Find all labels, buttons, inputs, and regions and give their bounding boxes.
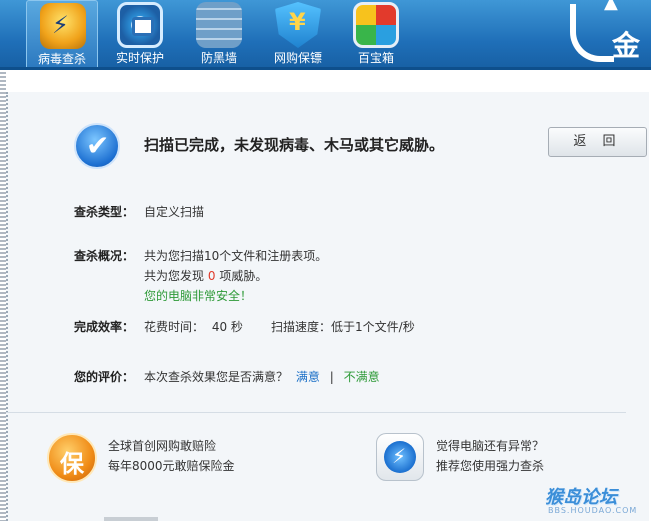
promo-insurance-line2[interactable]: 每年8000元敢赔保险金 [108,457,235,474]
time-label: 花费时间： [144,320,205,334]
power-scan-icon[interactable] [376,433,424,481]
scan-type-label: 查杀类型： [74,205,135,219]
threat-prefix: 共为您发现 [144,269,205,283]
rating-row: 本次查杀效果您是否满意？ 满意 | 不满意 [144,368,380,385]
tab-firewall[interactable]: 防黑墙 [183,0,255,70]
rating-question: 本次查杀效果您是否满意？ [144,370,289,384]
promo-powerscan-line1[interactable]: 觉得电脑还有异常？ [436,437,544,454]
threat-count: 0 [207,269,216,283]
tab-virus-scan[interactable]: 病毒查杀 [26,0,98,70]
logo-arrow-icon [570,0,618,62]
efficiency-label: 完成效率： [74,320,135,334]
tab-toolbox[interactable]: 百宝箱 [340,0,412,70]
scan-result-headline: 扫描已完成，未发现病毒、木马或其它威胁。 [144,136,445,154]
scan-summary-line2: 共为您发现 0 项威胁。 [144,267,267,284]
speed-label: 扫描速度： [271,320,332,334]
tab-shopping-guard-label: 网购保镖 [273,51,322,65]
scan-summary-line1: 共为您扫描10个文件和注册表项。 [144,249,328,263]
promo-insurance-line1[interactable]: 全球首创网购敢赔险 [108,437,216,454]
scan-speed: 扫描速度：低于1个文件/秒 [271,318,415,335]
time-spent: 花费时间： 40 秒 [144,318,243,335]
tab-toolbox-label: 百宝箱 [357,51,394,65]
tab-realtime-protect-label: 实时保护 [115,51,164,65]
promo-powerscan-line2[interactable]: 推荐您使用强力查杀 [436,457,544,474]
bottom-strip [104,517,158,521]
rating-label: 您的评价： [74,370,135,384]
shopping-guard-icon [275,2,321,48]
scan-summary-label: 查杀概况： [74,249,135,263]
firewall-icon [196,2,242,48]
forum-watermark-url: BBS.HOUDAO.COM [548,506,638,515]
scan-type-value: 自定义扫描 [144,205,205,219]
rating-satisfied-link[interactable]: 满意 [296,370,320,384]
back-button[interactable]: 返 回 [548,127,647,157]
toolbox-icon [353,2,399,48]
rating-separator: | [329,370,334,384]
tab-firewall-label: 防黑墙 [200,51,237,65]
speed-value: 低于1个文件/秒 [331,320,415,334]
tab-realtime-protect[interactable]: 实时保护 [104,0,176,70]
threat-suffix: 项威胁。 [219,269,268,283]
section-divider [6,412,626,413]
realtime-protect-icon [117,2,163,48]
time-value: 40 秒 [211,320,243,334]
tab-virus-scan-label: 病毒查杀 [37,52,86,66]
success-check-icon [74,123,120,169]
virus-scan-icon [40,3,86,49]
safe-status: 您的电脑非常安全！ [144,289,253,303]
insurance-badge-icon[interactable] [47,433,97,483]
tab-shopping-guard[interactable]: 网购保镖 [262,0,334,70]
kingsoft-logo: 金山 [548,0,651,102]
top-toolbar: 病毒查杀 实时保护 防黑墙 网购保镖 百宝箱 金山 [0,0,651,102]
rating-unsatisfied-link[interactable]: 不满意 [344,370,380,384]
